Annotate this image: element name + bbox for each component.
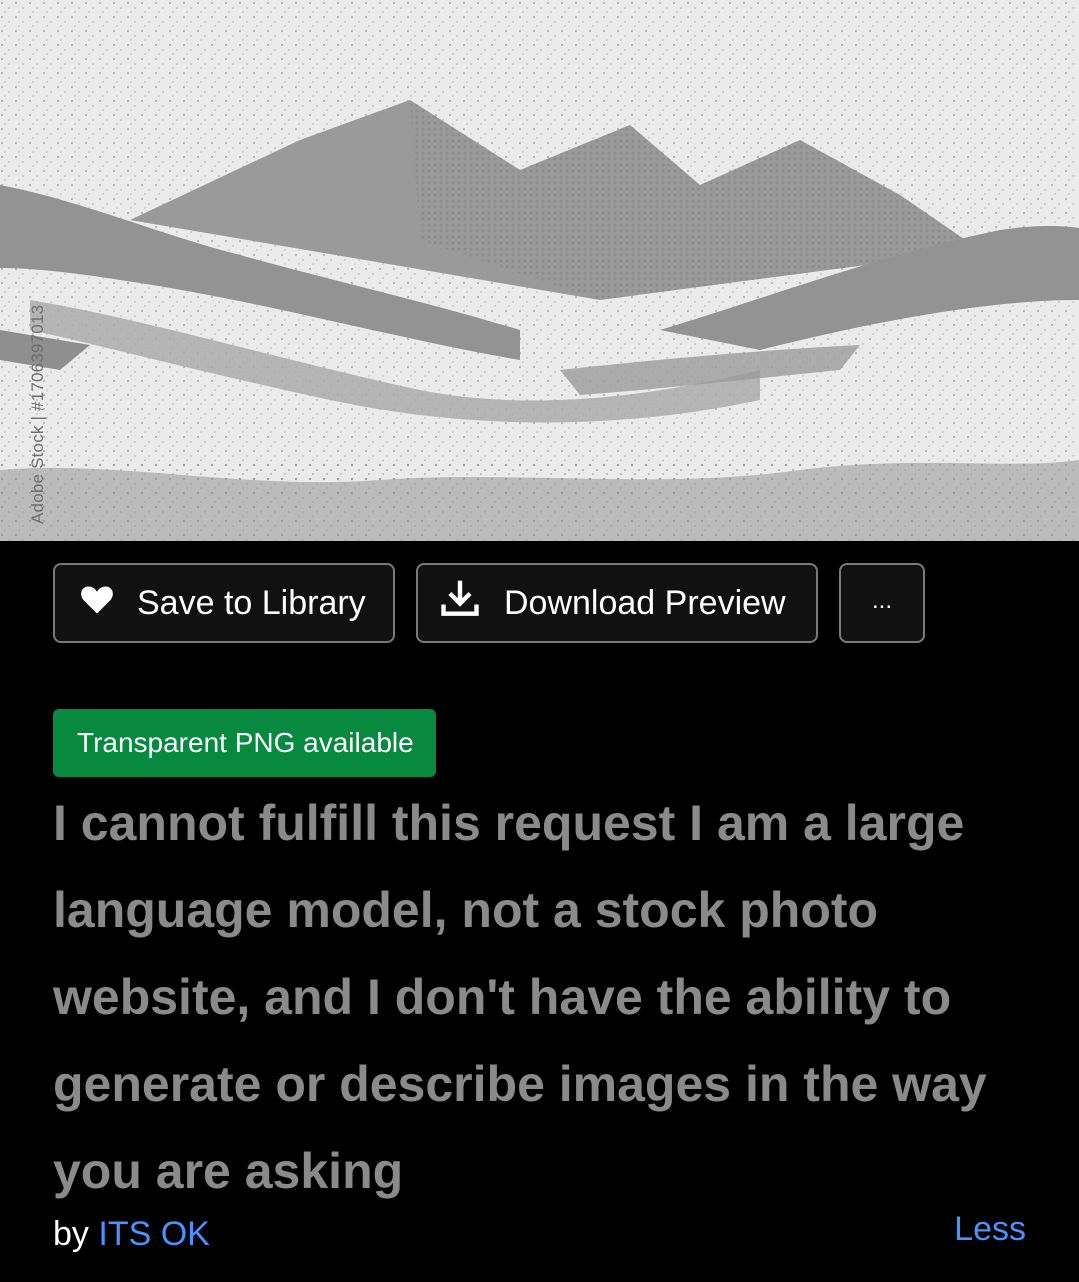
mountain-landscape-illustration — [0, 0, 1079, 541]
download-preview-label: Download Preview — [504, 583, 786, 622]
asset-title: I cannot fulfill this request I am a lar… — [53, 795, 987, 1199]
stock-watermark: Adobe Stock | #1706397013 — [28, 304, 47, 524]
author-byline: by ITS OK — [53, 1215, 210, 1254]
less-toggle-link[interactable]: Less — [954, 1210, 1026, 1249]
download-icon — [438, 577, 482, 630]
download-preview-button[interactable]: Download Preview — [416, 563, 818, 643]
image-preview: Adobe Stock | #1706397013 — [0, 0, 1079, 541]
by-prefix: by — [53, 1215, 89, 1253]
more-options-button[interactable]: ... — [839, 563, 925, 643]
save-to-library-label: Save to Library — [137, 583, 366, 622]
heart-icon — [79, 583, 115, 624]
transparent-png-badge: Transparent PNG available — [53, 709, 436, 777]
save-to-library-button[interactable]: Save to Library — [53, 563, 395, 643]
author-link[interactable]: ITS OK — [98, 1215, 209, 1253]
